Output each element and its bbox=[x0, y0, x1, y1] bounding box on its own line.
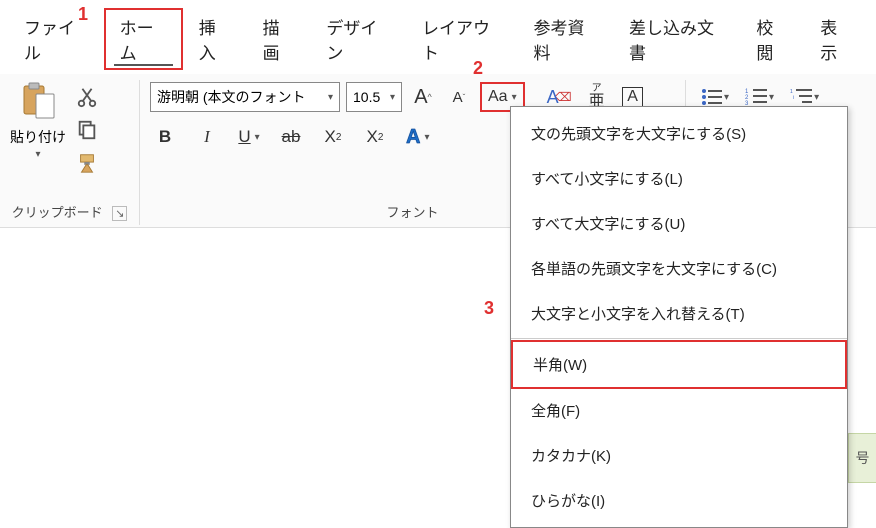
menu-lowercase[interactable]: すべて小文字にする(L) bbox=[511, 156, 847, 201]
chevron-down-icon: ▾ bbox=[724, 92, 729, 103]
side-badge: 号 bbox=[848, 433, 876, 483]
clipboard-dialog-launcher[interactable]: ↘ bbox=[112, 206, 127, 221]
annotation-3: 3 bbox=[484, 298, 494, 319]
clipboard-icon bbox=[18, 82, 58, 125]
font-size-value: 10.5 bbox=[353, 89, 380, 105]
tab-references[interactable]: 参考資料 bbox=[517, 8, 613, 70]
bold-button[interactable]: B bbox=[150, 122, 180, 152]
menu-full-width[interactable]: 全角(F) bbox=[511, 388, 847, 433]
chevron-down-icon: ▾ bbox=[769, 92, 774, 103]
tab-home-label: ホーム bbox=[120, 19, 154, 63]
menu-capitalize-each-word[interactable]: 各単語の先頭文字を大文字にする(C) bbox=[511, 246, 847, 291]
change-case-menu: 文の先頭文字を大文字にする(S) すべて小文字にする(L) すべて大文字にする(… bbox=[510, 106, 848, 528]
menu-sentence-case[interactable]: 文の先頭文字を大文字にする(S) bbox=[511, 111, 847, 156]
ribbon-tabs: ファイル ホーム 挿入 描画 デザイン レイアウト 参考資料 差し込み文書 校閲… bbox=[0, 0, 876, 74]
group-clipboard-label: クリップボード ↘ bbox=[10, 202, 129, 223]
paste-label: 貼り付け bbox=[10, 127, 66, 147]
shrink-font-button[interactable]: Aˇ bbox=[444, 82, 474, 112]
tab-draw[interactable]: 描画 bbox=[247, 8, 311, 70]
subscript-button[interactable]: X2 bbox=[318, 122, 348, 152]
tab-view[interactable]: 表示 bbox=[804, 8, 868, 70]
annotation-1: 1 bbox=[78, 4, 88, 25]
change-case-label: Aa bbox=[488, 88, 508, 106]
menu-uppercase[interactable]: すべて大文字にする(U) bbox=[511, 201, 847, 246]
chevron-down-icon: ▾ bbox=[424, 132, 429, 143]
svg-text:i: i bbox=[793, 95, 794, 101]
annotation-2: 2 bbox=[473, 58, 483, 79]
paste-button[interactable]: 貼り付け ▾ bbox=[10, 82, 66, 160]
chevron-down-icon: ▾ bbox=[328, 92, 333, 103]
superscript-button[interactable]: X2 bbox=[360, 122, 390, 152]
cut-button[interactable] bbox=[76, 86, 98, 111]
menu-toggle-case[interactable]: 大文字と小文字を入れ替える(T) bbox=[511, 291, 847, 336]
tab-review[interactable]: 校閲 bbox=[740, 8, 804, 70]
grow-font-button[interactable]: A^ bbox=[408, 82, 438, 112]
underline-button[interactable]: U ▾ bbox=[234, 122, 264, 152]
chevron-down-icon: ▾ bbox=[814, 92, 819, 103]
menu-half-width[interactable]: 半角(W) bbox=[511, 340, 847, 389]
chevron-down-icon: ▾ bbox=[512, 92, 517, 103]
tab-file[interactable]: ファイル bbox=[8, 8, 104, 70]
strikethrough-button[interactable]: ab bbox=[276, 122, 306, 152]
tab-insert[interactable]: 挿入 bbox=[183, 8, 247, 70]
chevron-down-icon: ▾ bbox=[255, 132, 260, 143]
font-size-combo[interactable]: 10.5 ▾ bbox=[346, 82, 402, 112]
menu-separator bbox=[511, 338, 847, 339]
copy-button[interactable] bbox=[76, 119, 98, 144]
chevron-down-icon: ▾ bbox=[390, 92, 395, 103]
tab-active-underline bbox=[114, 64, 173, 66]
italic-button[interactable]: I bbox=[192, 122, 222, 152]
tab-home[interactable]: ホーム bbox=[104, 8, 183, 70]
format-painter-button[interactable] bbox=[76, 152, 98, 177]
tab-design[interactable]: デザイン bbox=[310, 8, 406, 70]
menu-katakana[interactable]: カタカナ(K) bbox=[511, 433, 847, 478]
tab-layout[interactable]: レイアウト bbox=[406, 8, 517, 70]
text-effects-button[interactable]: A ▾ bbox=[402, 122, 433, 152]
font-name-value: 游明朝 (本文のフォント bbox=[157, 87, 306, 107]
font-name-combo[interactable]: 游明朝 (本文のフォント ▾ bbox=[150, 82, 340, 112]
chevron-down-icon: ▾ bbox=[35, 149, 40, 160]
group-clipboard: 貼り付け ▾ クリップボード ↘ bbox=[0, 80, 140, 225]
tab-mailings[interactable]: 差し込み文書 bbox=[613, 8, 740, 70]
